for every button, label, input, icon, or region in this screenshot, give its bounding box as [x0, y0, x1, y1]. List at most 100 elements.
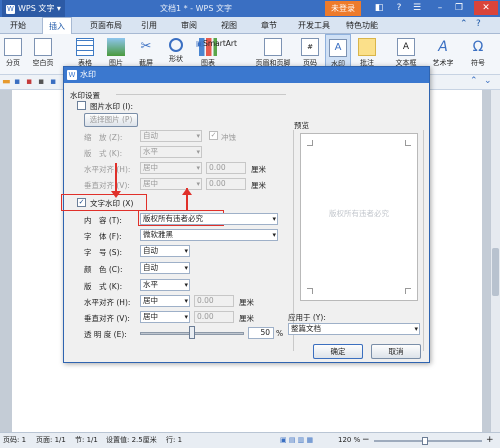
- word-art-button[interactable]: A 艺术字: [428, 34, 458, 75]
- status-page: 页码: 1: [3, 436, 27, 444]
- apply-to-select[interactable]: 整篇文档 ▾: [288, 323, 420, 335]
- login-button[interactable]: 未登录: [325, 1, 361, 16]
- page-break-button[interactable]: 分页: [2, 34, 24, 75]
- app-menu-button[interactable]: W WPS 文字 ▾: [2, 0, 65, 17]
- picture-watermark-checkbox[interactable]: [77, 101, 86, 110]
- save-icon[interactable]: ▪: [14, 77, 20, 87]
- zoom-slider[interactable]: [374, 440, 482, 442]
- smartart-button[interactable]: ▣SmartArt: [196, 39, 237, 48]
- size-select[interactable]: 自动 ▾: [140, 245, 190, 257]
- skin-icon[interactable]: ◧: [372, 1, 386, 15]
- status-pages: 页面: 1/1: [36, 436, 66, 444]
- settings-icon[interactable]: ☰: [410, 1, 424, 15]
- zoom-out-icon[interactable]: −: [362, 433, 370, 448]
- help-icon[interactable]: ?: [392, 1, 406, 15]
- chevron-down-icon: ▾: [184, 281, 188, 289]
- valign-spinner[interactable]: 0.00: [194, 311, 234, 323]
- tab-review[interactable]: 审阅: [174, 17, 204, 34]
- collapse-ribbon-icon[interactable]: ⌃: [460, 19, 468, 29]
- chevron-down-icon: ▾: [272, 231, 276, 239]
- zoom-slider-thumb[interactable]: [422, 437, 428, 445]
- omega-icon: Ω: [472, 39, 484, 55]
- picture-icon: [107, 38, 125, 56]
- tab-sections[interactable]: 章节: [254, 17, 284, 34]
- preview-watermark-text: 版权所有违者必究: [329, 209, 389, 218]
- tab-insert[interactable]: 插入: [42, 17, 72, 34]
- tab-references[interactable]: 引用: [134, 17, 164, 34]
- corner-mark: [405, 140, 411, 146]
- transparency-spinner[interactable]: 50: [248, 327, 274, 339]
- header-footer-icon: [264, 38, 282, 56]
- print-icon[interactable]: ▪: [38, 77, 44, 87]
- valign-value: 居中: [143, 312, 158, 321]
- washout-checkbox[interactable]: ✓: [209, 131, 218, 140]
- chevron-down-icon: ▾: [272, 215, 276, 223]
- watermark-settings-group: 水印设置: [70, 91, 100, 100]
- picture-halign-select[interactable]: 居中 ▾: [140, 162, 202, 174]
- preview-icon[interactable]: ▪: [50, 77, 56, 87]
- page-number-icon: #: [301, 38, 319, 56]
- corner-mark: [307, 288, 313, 294]
- tab-developer[interactable]: 开发工具: [294, 17, 334, 34]
- restore-button[interactable]: ❐: [452, 1, 466, 15]
- halign-select[interactable]: 居中 ▾: [140, 295, 190, 307]
- cancel-button[interactable]: 取消: [371, 344, 421, 359]
- chevron-down-icon: ▾: [196, 164, 200, 172]
- chevron-up-icon[interactable]: ⌃: [470, 76, 478, 86]
- pdf-icon[interactable]: ▪: [26, 77, 32, 87]
- text-box-icon: A: [397, 38, 415, 56]
- chevron-down-icon: ▾: [184, 313, 188, 321]
- view-mode-icon[interactable]: ▣ ▤ ▥ ▦: [280, 433, 313, 448]
- scissors-icon: ✂: [140, 39, 152, 54]
- picture-valign-value: 居中: [143, 179, 158, 188]
- scale-select[interactable]: 自动 ▾: [140, 130, 202, 142]
- arrow-up-icon: [182, 188, 192, 195]
- picture-watermark-label: 图片水印 (I):: [90, 102, 133, 111]
- minimize-button[interactable]: –: [433, 1, 447, 15]
- color-select[interactable]: 自动 ▾: [140, 262, 190, 274]
- percent-sign: %: [276, 329, 284, 338]
- help-icon[interactable]: ?: [476, 19, 481, 29]
- layout-select[interactable]: 水平 ▾: [140, 279, 190, 291]
- color-value: 自动: [143, 263, 158, 272]
- status-section: 节: 1/1: [75, 436, 98, 444]
- picture-layout-select[interactable]: 水平 ▾: [140, 146, 202, 158]
- valign-unit: 厘米: [239, 314, 254, 323]
- vertical-scrollbar[interactable]: [490, 90, 500, 432]
- tab-view[interactable]: 视图: [214, 17, 244, 34]
- scrollbar-thumb[interactable]: [492, 248, 499, 296]
- preview-page: 版权所有违者必究: [300, 133, 418, 301]
- choose-picture-button[interactable]: 选择图片 (P): [84, 113, 138, 127]
- picture-valign-spinner[interactable]: 0.00: [206, 178, 246, 190]
- picture-halign-spinner[interactable]: 0.00: [206, 162, 246, 174]
- picture-valign-unit: 厘米: [251, 181, 266, 190]
- picture-halign-label: 水平对齐 (H):: [84, 165, 131, 174]
- transparency-slider-thumb[interactable]: [189, 326, 195, 339]
- open-icon[interactable]: ▬: [2, 77, 11, 87]
- valign-select[interactable]: 居中 ▾: [140, 311, 190, 323]
- document-title: 文档1 * - WPS 文字: [160, 4, 232, 13]
- blank-page-button[interactable]: 空白页: [28, 34, 58, 75]
- halign-unit: 厘米: [239, 298, 254, 307]
- close-button[interactable]: ✕: [474, 1, 498, 15]
- tab-home[interactable]: 开始: [3, 17, 33, 34]
- pin-icon[interactable]: ⌄: [484, 76, 492, 86]
- symbol-button[interactable]: Ω 符号: [464, 34, 492, 75]
- size-label: 字 号 (S):: [84, 248, 123, 257]
- picture-valign-select[interactable]: 居中 ▾: [140, 178, 202, 190]
- content-select[interactable]: 版权所有违者必究 ▾: [140, 213, 278, 225]
- ok-button[interactable]: 确定: [313, 344, 363, 359]
- tab-page-layout[interactable]: 页面布局: [82, 17, 130, 34]
- text-watermark-checkbox[interactable]: ✓: [77, 198, 86, 207]
- scale-value: 自动: [143, 131, 158, 140]
- blank-page-label: 空白页: [32, 59, 54, 67]
- page-break-icon: [4, 38, 22, 56]
- tab-special[interactable]: 特色功能: [340, 17, 384, 34]
- chevron-down-icon: ▾: [414, 325, 418, 333]
- title-bar: W WPS 文字 ▾ 文档1 * - WPS 文字 未登录 ◧ ? ☰ – ❐ ✕: [0, 0, 500, 17]
- zoom-in-icon[interactable]: +: [486, 433, 494, 448]
- chevron-down-icon: ▾: [196, 148, 200, 156]
- halign-spinner[interactable]: 0.00: [194, 295, 234, 307]
- page-break-label: 分页: [6, 59, 20, 67]
- font-select[interactable]: 微软雅黑 ▾: [140, 229, 278, 241]
